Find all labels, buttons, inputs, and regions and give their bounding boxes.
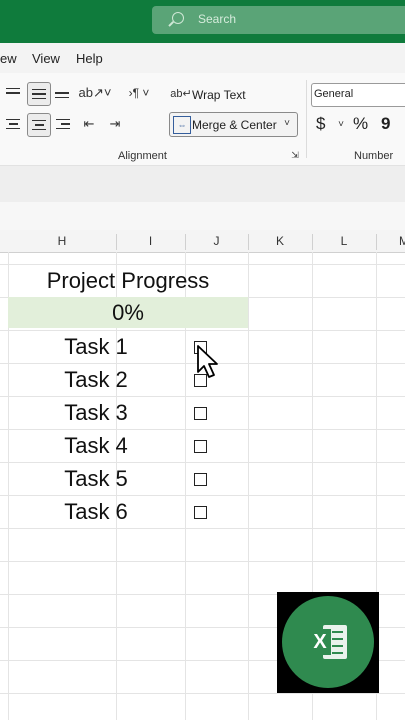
column-header-k[interactable]: K <box>248 230 312 252</box>
currency-chevron-icon[interactable]: ˅ <box>336 118 346 130</box>
task-cell[interactable]: Task 5 <box>56 462 136 495</box>
search-box[interactable] <box>152 6 405 34</box>
column-header-m[interactable]: M <box>376 230 405 252</box>
task-checkbox[interactable] <box>194 473 207 486</box>
decrease-indent-icon[interactable]: ⇤ <box>80 114 98 134</box>
column-header-j[interactable]: J <box>185 230 248 252</box>
text-direction-icon[interactable]: ›¶ ˅ <box>122 83 156 103</box>
task-cell[interactable]: Task 4 <box>56 429 136 462</box>
align-middle-icon[interactable] <box>27 82 51 106</box>
grid-row-line <box>0 528 405 529</box>
align-left-icon[interactable] <box>5 115 21 133</box>
wrap-text-label[interactable]: Wrap Text <box>192 88 246 102</box>
menu-item-review[interactable]: ew <box>0 51 17 66</box>
task-cell[interactable]: Task 3 <box>56 396 136 429</box>
merge-center-icon: ⇔ <box>173 116 191 134</box>
align-center-icon[interactable] <box>27 113 51 137</box>
menu-item-view[interactable]: View <box>32 51 60 66</box>
align-bottom-icon[interactable] <box>54 84 70 102</box>
grid-row-line <box>0 561 405 562</box>
number-group-label: Number <box>354 150 394 162</box>
number-format-value: General <box>314 88 354 100</box>
column-header-l[interactable]: L <box>312 230 376 252</box>
column-header-h[interactable]: H <box>8 230 116 252</box>
task-checkbox[interactable] <box>194 440 207 453</box>
task-checkbox[interactable] <box>194 407 207 420</box>
sheet-title-cell[interactable]: Project Progress <box>8 264 248 297</box>
menu-item-help[interactable]: Help <box>76 51 103 66</box>
task-checkbox[interactable] <box>194 506 207 519</box>
grid-row-line <box>0 693 405 694</box>
alignment-group-label: Alignment <box>118 150 167 162</box>
increase-indent-icon[interactable]: ⇥ <box>106 114 124 134</box>
excel-logo-letter: X <box>309 629 331 655</box>
align-right-icon[interactable] <box>54 115 70 133</box>
align-top-icon[interactable] <box>5 84 21 102</box>
merge-center-label: Merge & Center <box>192 118 277 132</box>
grid-column-line <box>248 252 249 720</box>
progress-value: 0% <box>112 300 144 325</box>
orientation-icon[interactable]: ab↗˅ <box>79 83 112 103</box>
comma-style-button[interactable]: 9 <box>381 114 390 134</box>
menu-bar <box>0 43 405 73</box>
task-cell[interactable]: Task 2 <box>56 363 136 396</box>
task-cell[interactable]: Task 6 <box>56 495 136 528</box>
formula-bar-area <box>0 166 405 202</box>
group-separator <box>306 80 307 158</box>
search-placeholder: Search <box>198 12 237 26</box>
mouse-cursor-icon <box>197 345 218 378</box>
task-cell[interactable]: Task 1 <box>56 330 136 363</box>
column-header-i[interactable]: I <box>116 230 185 252</box>
search-icon <box>172 12 184 24</box>
sheet-toolbar-gap <box>0 202 405 230</box>
wrap-text-icon[interactable]: ab↵ <box>170 84 191 102</box>
dialog-launcher-icon[interactable]: ⇲ <box>290 150 300 160</box>
percent-button[interactable]: % <box>353 114 368 134</box>
chevron-down-icon[interactable]: ˅ <box>282 116 292 130</box>
currency-button[interactable]: $ <box>316 114 325 134</box>
